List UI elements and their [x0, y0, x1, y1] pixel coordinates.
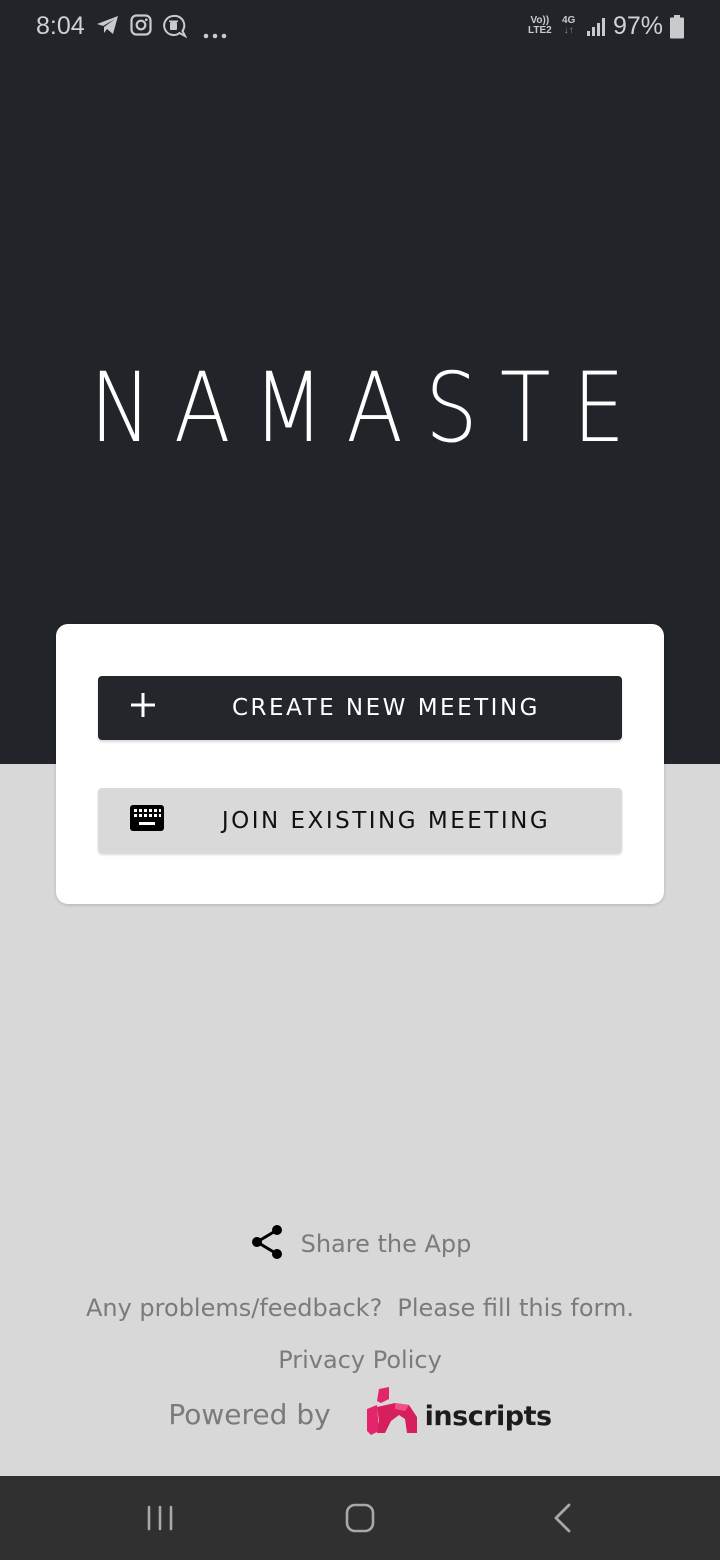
- join-existing-meeting-button[interactable]: JOIN EXISTING MEETING: [98, 788, 622, 853]
- share-icon: [249, 1223, 285, 1265]
- telegram-icon: [96, 14, 120, 40]
- volte-indicator: Vo)) LTE2: [528, 16, 552, 36]
- status-time: 8:04: [36, 12, 85, 40]
- more-dots-icon: [203, 24, 229, 43]
- inscripts-mark-icon: [365, 1387, 421, 1441]
- join-existing-meeting-label: JOIN EXISTING MEETING: [221, 807, 551, 834]
- network-type-indicator: 4G ↓↑: [562, 16, 575, 36]
- back-button[interactable]: [533, 1498, 593, 1542]
- chat-bubble-icon: [162, 14, 188, 44]
- recent-apps-icon: [146, 1504, 174, 1536]
- create-new-meeting-label: CREATE NEW MEETING: [232, 695, 540, 721]
- battery-icon: [670, 15, 684, 43]
- status-bar: 8:04 Vo)) LTE2 4G ↓↑ 97%: [0, 0, 720, 56]
- home-button[interactable]: [330, 1498, 390, 1542]
- lte-label: LTE2: [528, 25, 552, 36]
- home-icon: [345, 1503, 375, 1537]
- feedback-form-link[interactable]: Please fill this form.: [397, 1294, 634, 1322]
- inscripts-wordmark: inscripts: [424, 1400, 552, 1432]
- share-app-label: Share the App: [300, 1230, 472, 1258]
- powered-by-label: Powered by: [168, 1397, 331, 1431]
- create-new-meeting-button[interactable]: CREATE NEW MEETING: [98, 676, 622, 740]
- meeting-options-card: CREATE NEW MEETING JOIN EXISTING MEETING: [56, 624, 664, 904]
- privacy-row: Privacy Policy: [0, 1346, 720, 1374]
- app-title: NAMASTE: [89, 352, 648, 464]
- inscripts-logo[interactable]: inscripts: [365, 1387, 552, 1441]
- data-arrows-icon: ↓↑: [563, 25, 574, 36]
- battery-percent: 97%: [613, 12, 664, 40]
- back-icon: [553, 1503, 573, 1537]
- recent-apps-button[interactable]: [130, 1498, 190, 1542]
- signal-icon: [586, 17, 606, 41]
- instagram-icon: [130, 14, 152, 40]
- privacy-policy-link[interactable]: Privacy Policy: [278, 1346, 442, 1374]
- feedback-row: Any problems/feedback? Please fill this …: [0, 1294, 720, 1322]
- system-nav-bar: [0, 1476, 720, 1560]
- share-app-link[interactable]: Share the App: [0, 1222, 720, 1266]
- powered-by-row: Powered by inscripts: [0, 1387, 720, 1441]
- feedback-question: Any problems/feedback?: [85, 1294, 383, 1322]
